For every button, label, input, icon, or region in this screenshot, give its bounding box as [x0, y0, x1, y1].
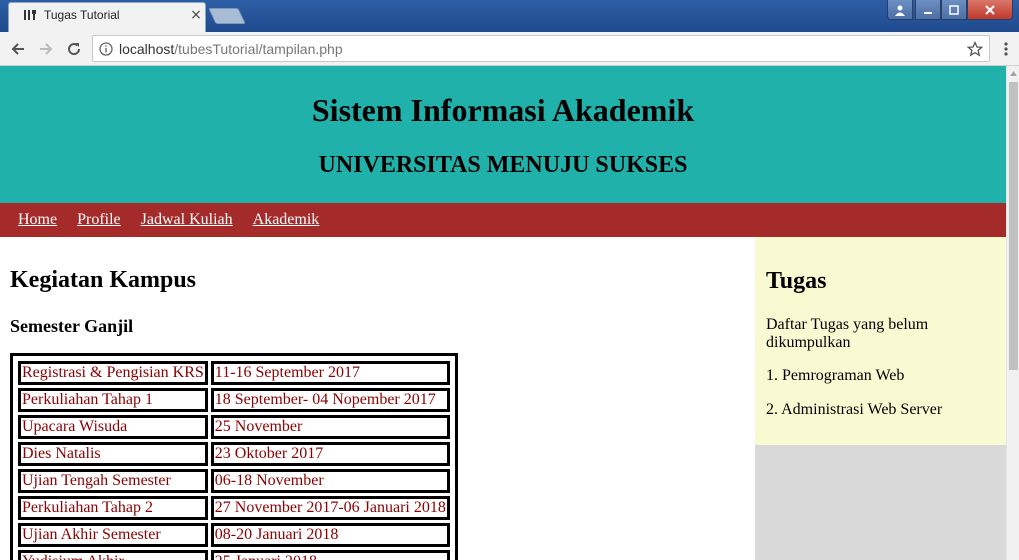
- browser-titlebar: Tugas Tutorial ×: [0, 0, 1019, 32]
- table-row: Dies Natalis 23 Oktober 2017: [18, 442, 450, 466]
- table-row: Perkuliahan Tahap 2 27 November 2017-06 J…: [18, 496, 450, 520]
- activity-cell: Ujian Tengah Semester: [18, 469, 208, 493]
- activity-cell: Registrasi & Pengisian KRS: [18, 361, 208, 385]
- scroll-up-arrow-icon[interactable]: [1007, 66, 1019, 80]
- browser-toolbar: localhost/tubesTutorial/tampilan.php: [0, 32, 1019, 66]
- reload-icon: [68, 43, 81, 56]
- date-cell: 27 November 2017-06 Januari 2018: [210, 496, 450, 520]
- nav-link-profile[interactable]: Profile: [77, 211, 121, 229]
- tasks-box: Tugas Daftar Tugas yang belum dikumpulka…: [755, 237, 1006, 445]
- tab-close-icon[interactable]: ×: [188, 7, 204, 23]
- kebab-menu-icon: [1004, 42, 1008, 56]
- site-header: Sistem Informasi Akademik UNIVERSITAS ME…: [0, 66, 1006, 203]
- close-window-button[interactable]: [967, 0, 1013, 20]
- section-subheading: Semester Ganjil: [10, 316, 134, 336]
- nav-link-jadwal-kuliah[interactable]: Jadwal Kuliah: [141, 211, 233, 229]
- browser-menu-button[interactable]: [996, 38, 1016, 60]
- date-cell: 08-20 Januari 2018: [210, 523, 450, 547]
- table-row: Registrasi & Pengisian KRS 11-16 Septembe…: [18, 361, 450, 385]
- nav-link-akademik[interactable]: Akademik: [253, 211, 320, 229]
- minimize-button[interactable]: [915, 0, 941, 20]
- table-row: Upacara Wisuda 25 November: [18, 415, 450, 439]
- new-tab-button[interactable]: [208, 8, 246, 24]
- date-cell: 23 Oktober 2017: [210, 442, 450, 466]
- url-text[interactable]: localhost/tubesTutorial/tampilan.php: [119, 41, 961, 57]
- favicon-icon: [22, 7, 38, 23]
- window-controls: [887, 0, 1013, 20]
- bookmark-star-icon[interactable]: [961, 40, 989, 57]
- main-content: Kegiatan Kampus Semester Ganjil Registra…: [0, 237, 755, 560]
- reload-button[interactable]: [62, 37, 86, 61]
- task-item: 2. Administrasi Web Server: [766, 401, 943, 418]
- forward-arrow-icon: [40, 43, 53, 55]
- table-row: Ujian Akhir Semester 08-20 Januari 2018: [18, 523, 450, 547]
- back-arrow-icon: [11, 43, 24, 55]
- date-cell: 06-18 November: [210, 469, 450, 493]
- activity-cell: Perkuliahan Tahap 2: [18, 496, 208, 520]
- info-icon[interactable]: [93, 41, 119, 56]
- activity-cell: Perkuliahan Tahap 1: [18, 388, 208, 412]
- date-cell: 11-16 September 2017: [210, 361, 450, 385]
- vertical-scrollbar[interactable]: [1006, 66, 1019, 560]
- url-path: /tubesTutorial/tampilan.php: [174, 40, 343, 57]
- activity-cell: Ujian Akhir Semester: [18, 523, 208, 547]
- date-cell: 18 September- 04 Nopember 2017: [210, 388, 450, 412]
- site-title: Sistem Informasi Akademik: [311, 92, 695, 128]
- table-row: Ujian Tengah Semester 06-18 November: [18, 469, 450, 493]
- nav-link-home[interactable]: Home: [18, 211, 57, 229]
- browser-tab-content[interactable]: Tugas Tutorial ×: [22, 0, 208, 30]
- web-page: Sistem Informasi Akademik UNIVERSITAS ME…: [0, 66, 1006, 560]
- activity-cell: Yudisium Akhir: [18, 550, 208, 560]
- main-nav: Home Profile Jadwal Kuliah Akademik: [0, 203, 1006, 237]
- tasks-intro: Daftar Tugas yang belum dikumpulkan: [766, 316, 929, 351]
- scrollbar-thumb[interactable]: [1009, 82, 1018, 370]
- page-viewport: Sistem Informasi Akademik UNIVERSITAS ME…: [0, 66, 1019, 560]
- tasks-title: Tugas: [766, 268, 827, 294]
- forward-button[interactable]: [34, 37, 58, 61]
- activity-cell: Upacara Wisuda: [18, 415, 208, 439]
- sidebar: Tugas Daftar Tugas yang belum dikumpulka…: [755, 237, 1006, 560]
- url-host: localhost: [119, 40, 175, 57]
- section-heading: Kegiatan Kampus: [10, 267, 197, 293]
- date-cell: 25 November: [210, 415, 450, 439]
- tab-title: Tugas Tutorial: [44, 8, 120, 22]
- activity-cell: Dies Natalis: [18, 442, 208, 466]
- address-bar[interactable]: localhost/tubesTutorial/tampilan.php: [92, 35, 990, 62]
- profile-icon[interactable]: [887, 0, 913, 20]
- schedule-table: Registrasi & Pengisian KRS 11-16 Septembe…: [10, 353, 458, 560]
- task-item: 1. Pemrograman Web: [766, 367, 905, 384]
- maximize-button[interactable]: [941, 0, 967, 20]
- date-cell: 25 Januari 2018: [210, 550, 450, 560]
- table-row: Perkuliahan Tahap 1 18 September- 04 Nope…: [18, 388, 450, 412]
- table-row: Yudisium Akhir25 Januari 2018: [18, 550, 450, 560]
- site-subtitle: UNIVERSITAS MENUJU SUKSES: [318, 152, 688, 178]
- back-button[interactable]: [6, 37, 30, 61]
